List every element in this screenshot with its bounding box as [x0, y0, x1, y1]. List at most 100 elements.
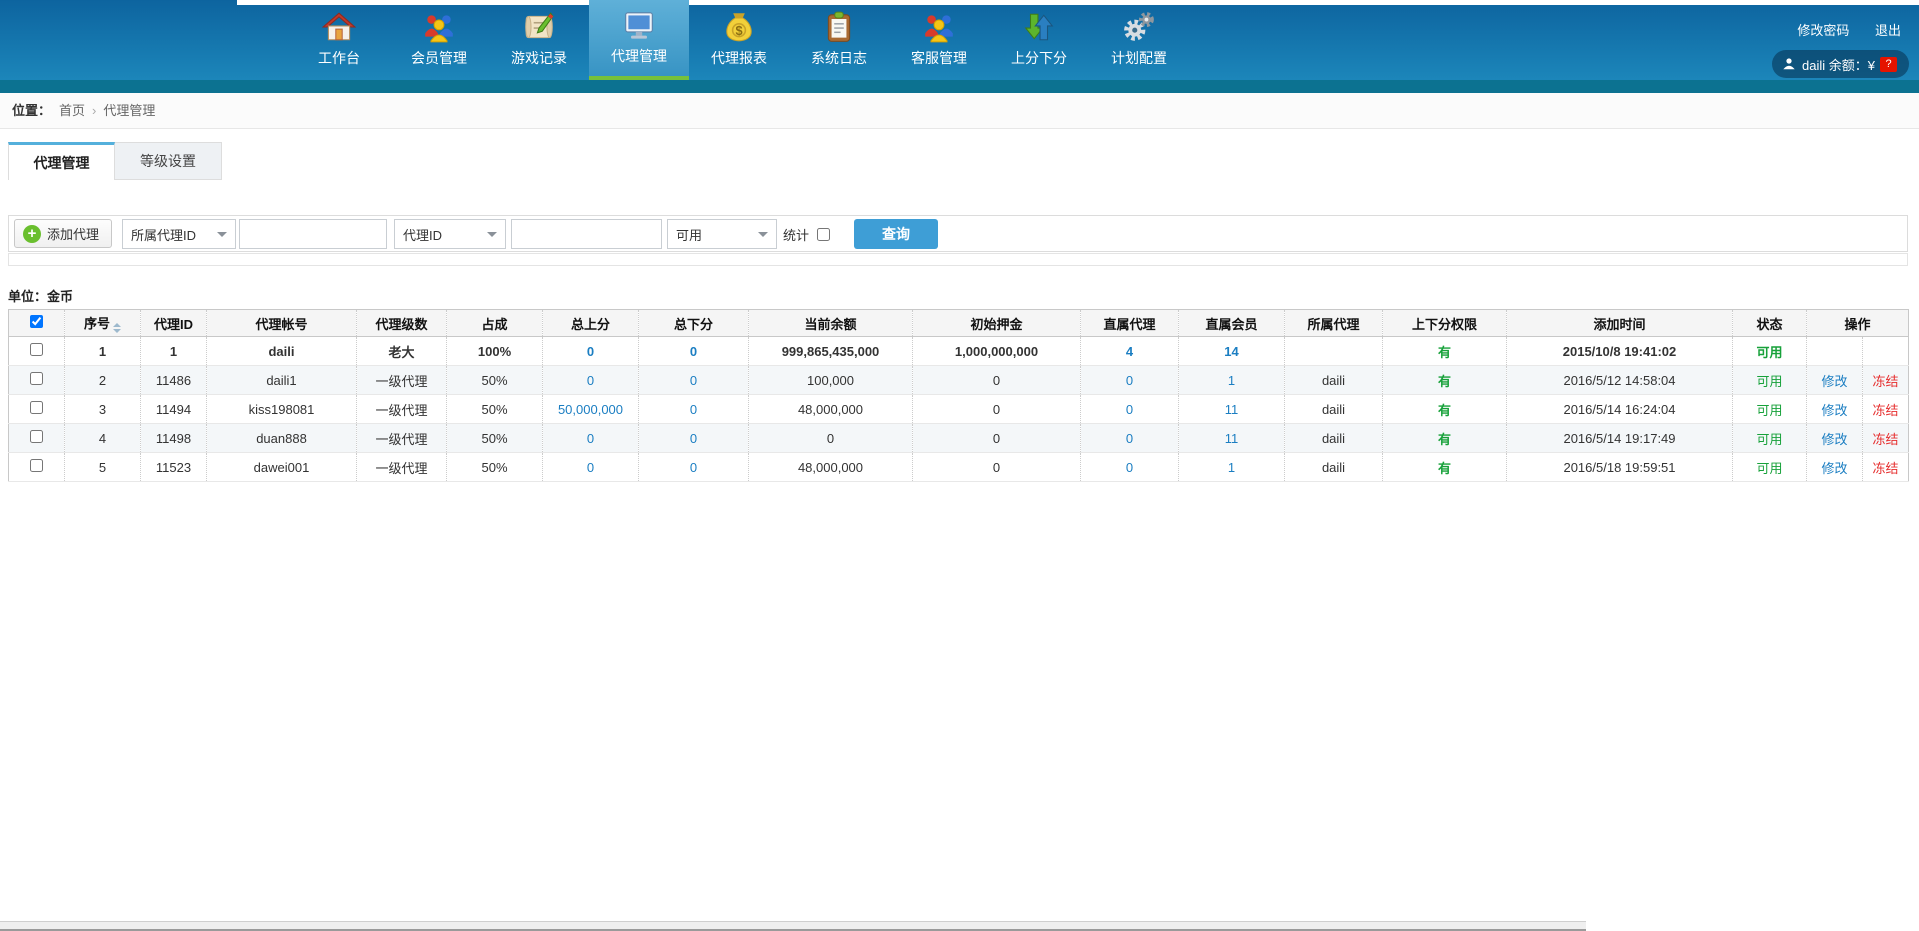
table-row: 211486daili1一级代理50%00100,000001daili有201…: [9, 366, 1909, 395]
cell-no: 2: [65, 366, 141, 395]
cell-balance: 999,865,435,000: [749, 337, 913, 366]
agent-id-input[interactable]: [511, 219, 662, 249]
cell-total-down[interactable]: 0: [639, 366, 749, 395]
cell-modify[interactable]: 修改: [1807, 395, 1863, 424]
tab-1[interactable]: 等级设置: [115, 142, 222, 180]
row-checkbox[interactable]: [30, 372, 43, 385]
cell-account: daili1: [207, 366, 357, 395]
logout-link[interactable]: 退出: [1875, 23, 1901, 38]
cell-agent-id: 11523: [141, 453, 207, 482]
nav-item-6[interactable]: 客服管理: [889, 0, 989, 80]
cell-direct-agents[interactable]: 0: [1081, 395, 1179, 424]
filter-toolbar-footer: [8, 253, 1908, 266]
column-header[interactable]: 总上分: [543, 310, 639, 337]
row-checkbox[interactable]: [30, 401, 43, 414]
cell-modify[interactable]: 修改: [1807, 424, 1863, 453]
stats-option: 统计: [783, 225, 830, 244]
cell-account: dawei001: [207, 453, 357, 482]
column-header[interactable]: 总下分: [639, 310, 749, 337]
nav-item-1[interactable]: 会员管理: [389, 0, 489, 80]
column-header[interactable]: 直属会员: [1179, 310, 1285, 337]
nav-item-3[interactable]: 代理管理: [589, 0, 689, 80]
cell-modify[interactable]: 修改: [1807, 366, 1863, 395]
search-button[interactable]: 查询: [854, 219, 938, 249]
cell-total-up[interactable]: 0: [543, 337, 639, 366]
cell-direct-members[interactable]: 1: [1179, 366, 1285, 395]
add-agent-label: 添加代理: [47, 224, 99, 243]
cell-parent: daili: [1285, 366, 1383, 395]
row-checkbox[interactable]: [30, 459, 43, 472]
balance-badge[interactable]: ?: [1880, 57, 1897, 72]
nav-item-label: 代理管理: [611, 46, 667, 66]
nav-item-8[interactable]: 计划配置: [1089, 0, 1189, 80]
row-checkbox[interactable]: [30, 343, 43, 356]
cell-freeze[interactable]: 冻结: [1863, 366, 1909, 395]
cell-total-up[interactable]: 0: [543, 366, 639, 395]
cell-total-up[interactable]: 50,000,000: [543, 395, 639, 424]
column-header[interactable]: 直属代理: [1081, 310, 1179, 337]
cell-status: 可用: [1733, 395, 1807, 424]
add-agent-button[interactable]: + 添加代理: [14, 219, 112, 248]
cell-total-up[interactable]: 0: [543, 424, 639, 453]
column-header: 代理ID: [141, 310, 207, 337]
cell-direct-members[interactable]: 14: [1179, 337, 1285, 366]
plan-config-icon: [1122, 10, 1156, 44]
user-icon: [1782, 57, 1796, 71]
select-all-checkbox[interactable]: [30, 315, 43, 328]
status-select[interactable]: 可用: [667, 219, 777, 249]
cell-parent: daili: [1285, 453, 1383, 482]
table-row: 511523dawei001一级代理50%0048,000,000001dail…: [9, 453, 1909, 482]
cell-no: 3: [65, 395, 141, 424]
row-checkbox[interactable]: [30, 430, 43, 443]
cell-modify[interactable]: 修改: [1807, 453, 1863, 482]
cell-direct-agents[interactable]: 0: [1081, 453, 1179, 482]
parent-agent-select[interactable]: 所属代理ID: [122, 219, 236, 249]
cell-modify: [1807, 337, 1863, 366]
sort-icon[interactable]: [113, 323, 121, 333]
user-balance-pill: daili 余额：¥ ?: [1772, 50, 1909, 78]
cell-direct-members[interactable]: 11: [1179, 395, 1285, 424]
change-password-link[interactable]: 修改密码: [1797, 23, 1849, 38]
tab-0[interactable]: 代理管理: [8, 142, 115, 180]
nav-item-label: 系统日志: [811, 48, 867, 68]
cell-total-down[interactable]: 0: [639, 337, 749, 366]
agent-id-select[interactable]: 代理ID: [394, 219, 506, 249]
breadcrumb-home[interactable]: 首页: [59, 103, 85, 118]
cell-permission: 有: [1383, 337, 1507, 366]
home-icon: [322, 10, 356, 44]
column-header: 初始押金: [913, 310, 1081, 337]
cell-total-down[interactable]: 0: [639, 424, 749, 453]
cell-share: 50%: [447, 453, 543, 482]
cell-level: 一级代理: [357, 395, 447, 424]
nav-item-label: 上分下分: [1011, 48, 1067, 68]
cell-direct-agents[interactable]: 4: [1081, 337, 1179, 366]
table-row: 411498duan888一级代理50%0000011daili有2016/5/…: [9, 424, 1909, 453]
column-header[interactable]: 代理级数: [357, 310, 447, 337]
cell-direct-members[interactable]: 1: [1179, 453, 1285, 482]
horizontal-scrollbar[interactable]: [0, 921, 1586, 931]
nav-item-label: 客服管理: [911, 48, 967, 68]
cell-total-up[interactable]: 0: [543, 453, 639, 482]
cell-freeze[interactable]: 冻结: [1863, 424, 1909, 453]
column-header[interactable]: 序号: [65, 310, 141, 337]
cell-direct-members[interactable]: 11: [1179, 424, 1285, 453]
cell-total-down[interactable]: 0: [639, 395, 749, 424]
nav-item-4[interactable]: $代理报表: [689, 0, 789, 80]
cell-direct-agents[interactable]: 0: [1081, 424, 1179, 453]
nav-item-0[interactable]: 工作台: [289, 0, 389, 80]
nav-item-5[interactable]: 系统日志: [789, 0, 889, 80]
nav-item-7[interactable]: 上分下分: [989, 0, 1089, 80]
customer-service-icon: [922, 10, 956, 44]
cell-freeze[interactable]: 冻结: [1863, 453, 1909, 482]
cell-deposit: 0: [913, 366, 1081, 395]
cell-added: 2016/5/14 19:17:49: [1507, 424, 1733, 453]
cell-total-down[interactable]: 0: [639, 453, 749, 482]
column-header[interactable]: 当前余额: [749, 310, 913, 337]
cell-freeze[interactable]: 冻结: [1863, 395, 1909, 424]
stats-checkbox[interactable]: [817, 228, 830, 241]
cell-direct-agents[interactable]: 0: [1081, 366, 1179, 395]
cell-level: 一级代理: [357, 424, 447, 453]
nav-item-2[interactable]: 游戏记录: [489, 0, 589, 80]
cell-agent-id: 11486: [141, 366, 207, 395]
parent-agent-input[interactable]: [239, 219, 387, 249]
